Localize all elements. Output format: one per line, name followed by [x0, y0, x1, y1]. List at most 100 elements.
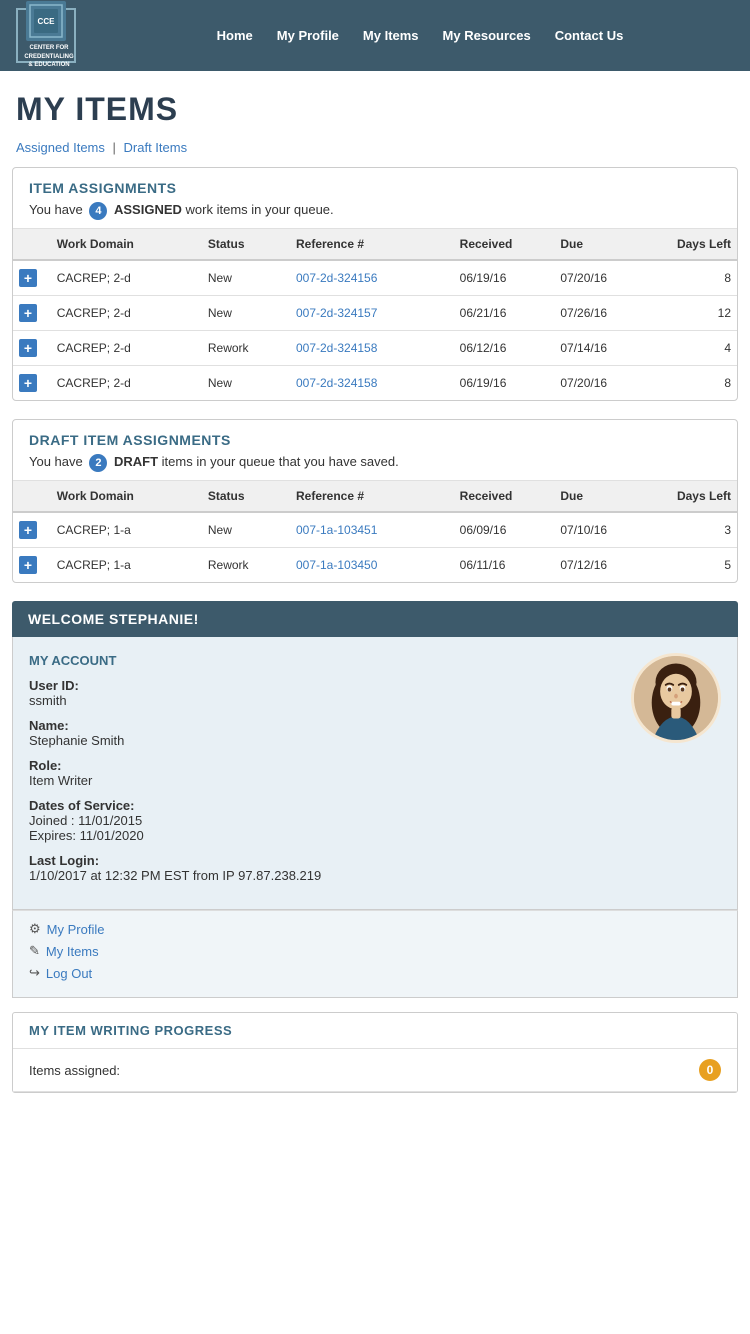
reference-cell-draft: 007-1a-103450 — [290, 548, 454, 583]
breadcrumb-separator: | — [113, 140, 116, 155]
status-cell: New — [202, 260, 290, 296]
reference-cell: 007-2d-324157 — [290, 296, 454, 331]
due-cell: 07/20/16 — [554, 260, 648, 296]
my-profile-link[interactable]: ⚙ My Profile — [29, 921, 721, 937]
th-due-draft: Due — [554, 481, 648, 512]
assigned-section-subtitle: You have 4 ASSIGNED work items in your q… — [29, 202, 721, 220]
reference-link[interactable]: 007-2d-324158 — [296, 341, 377, 355]
logout-link[interactable]: ↪ Log Out — [29, 965, 721, 981]
th-status: Status — [202, 229, 290, 260]
last-login-value: 1/10/2017 at 12:32 PM EST from IP 97.87.… — [29, 868, 615, 883]
status-cell-draft: New — [202, 512, 290, 548]
received-cell-draft: 06/11/16 — [454, 548, 555, 583]
last-login-label: Last Login: — [29, 853, 615, 868]
th-reference-draft: Reference # — [290, 481, 454, 512]
plus-cell: + — [13, 331, 51, 366]
assigned-table-header: Work Domain Status Reference # Received … — [13, 229, 737, 260]
nav-my-resources[interactable]: My Resources — [443, 28, 531, 43]
page-title-area: MY ITEMS — [0, 71, 750, 136]
th-days-left-draft: Days Left — [649, 481, 737, 512]
expand-button-draft[interactable]: + — [19, 521, 37, 539]
my-items-link[interactable]: ✎ My Items — [29, 943, 721, 959]
assigned-label: ASSIGNED — [114, 202, 182, 217]
due-cell: 07/26/16 — [554, 296, 648, 331]
header: CCE CENTER FORCREDENTIALING& EDUCATION H… — [0, 0, 750, 71]
page-title: MY ITEMS — [16, 91, 734, 128]
nav-contact-us[interactable]: Contact Us — [555, 28, 624, 43]
expand-button-draft[interactable]: + — [19, 556, 37, 574]
expand-button[interactable]: + — [19, 339, 37, 357]
days-left-cell: 8 — [649, 260, 737, 296]
logo-inner: CCE CENTER FORCREDENTIALING& EDUCATION — [18, 1, 73, 69]
logout-link-label: Log Out — [46, 966, 92, 981]
draft-items-table: Work Domain Status Reference # Received … — [13, 481, 737, 582]
received-cell: 06/19/16 — [454, 260, 555, 296]
domain-cell-draft: CACREP; 1-a — [51, 548, 202, 583]
plus-cell-draft: + — [13, 512, 51, 548]
role-label: Role: — [29, 758, 615, 773]
reference-link-draft[interactable]: 007-1a-103450 — [296, 558, 377, 572]
th-days-left: Days Left — [649, 229, 737, 260]
reference-link-draft[interactable]: 007-1a-103451 — [296, 523, 377, 537]
assigned-table-row: + CACREP; 2-d New 007-2d-324157 06/21/16… — [13, 296, 737, 331]
th-work-domain-draft: Work Domain — [51, 481, 202, 512]
domain-cell: CACREP; 2-d — [51, 331, 202, 366]
gear-icon: ⚙ — [29, 921, 41, 937]
logo-area: CCE CENTER FORCREDENTIALING& EDUCATION — [16, 8, 86, 63]
draft-section-subtitle: You have 2 DRAFT items in your queue tha… — [29, 454, 721, 472]
plus-cell: + — [13, 260, 51, 296]
logo-icon: CCE — [26, 1, 66, 41]
assigned-section-title: ITEM ASSIGNMENTS — [29, 180, 721, 196]
draft-section-title: DRAFT ITEM ASSIGNMENTS — [29, 432, 721, 448]
pencil-icon: ✎ — [29, 943, 40, 959]
days-left-cell-draft: 3 — [649, 512, 737, 548]
due-cell: 07/14/16 — [554, 331, 648, 366]
expand-button[interactable]: + — [19, 374, 37, 392]
my-items-link-label: My Items — [46, 944, 99, 959]
account-links: ⚙ My Profile ✎ My Items ↪ Log Out — [12, 910, 738, 998]
domain-cell: CACREP; 2-d — [51, 366, 202, 401]
logo-text: CENTER FORCREDENTIALING& EDUCATION — [24, 44, 73, 69]
name-value: Stephanie Smith — [29, 733, 615, 748]
assigned-section-header: ITEM ASSIGNMENTS You have 4 ASSIGNED wor… — [13, 168, 737, 229]
assigned-items-table: Work Domain Status Reference # Received … — [13, 229, 737, 400]
account-title: MY ACCOUNT — [29, 653, 615, 668]
dos-expires: Expires: 11/01/2020 — [29, 828, 615, 843]
account-info: MY ACCOUNT User ID: ssmith Name: Stephan… — [29, 653, 615, 893]
progress-section: MY ITEM WRITING PROGRESS Items assigned:… — [12, 1012, 738, 1093]
reference-cell: 007-2d-324158 — [290, 366, 454, 401]
received-cell: 06/19/16 — [454, 366, 555, 401]
nav-my-items[interactable]: My Items — [363, 28, 419, 43]
expand-button[interactable]: + — [19, 304, 37, 322]
last-login-field: Last Login: 1/10/2017 at 12:32 PM EST fr… — [29, 853, 615, 883]
domain-cell: CACREP; 2-d — [51, 296, 202, 331]
dos-joined: Joined : 11/01/2015 — [29, 813, 615, 828]
plus-cell: + — [13, 296, 51, 331]
nav-my-profile[interactable]: My Profile — [277, 28, 339, 43]
dos-label: Dates of Service: — [29, 798, 615, 813]
status-cell-draft: Rework — [202, 548, 290, 583]
draft-table-header: Work Domain Status Reference # Received … — [13, 481, 737, 512]
th-received-draft: Received — [454, 481, 555, 512]
draft-section-header: DRAFT ITEM ASSIGNMENTS You have 2 DRAFT … — [13, 420, 737, 481]
expand-button[interactable]: + — [19, 269, 37, 287]
assigned-table-row: + CACREP; 2-d New 007-2d-324158 06/19/16… — [13, 366, 737, 401]
breadcrumb-draft-items[interactable]: Draft Items — [124, 140, 188, 155]
breadcrumb-assigned-items[interactable]: Assigned Items — [16, 140, 105, 155]
reference-link[interactable]: 007-2d-324156 — [296, 271, 377, 285]
reference-cell: 007-2d-324156 — [290, 260, 454, 296]
th-plus-draft — [13, 481, 51, 512]
reference-link[interactable]: 007-2d-324158 — [296, 376, 377, 390]
days-left-cell-draft: 5 — [649, 548, 737, 583]
user-id-value: ssmith — [29, 693, 615, 708]
status-cell: New — [202, 296, 290, 331]
reference-link[interactable]: 007-2d-324157 — [296, 306, 377, 320]
nav-home[interactable]: Home — [217, 28, 253, 43]
assigned-table-row: + CACREP; 2-d Rework 007-2d-324158 06/12… — [13, 331, 737, 366]
user-id-field: User ID: ssmith — [29, 678, 615, 708]
assigned-items-section: ITEM ASSIGNMENTS You have 4 ASSIGNED wor… — [12, 167, 738, 401]
account-block: MY ACCOUNT User ID: ssmith Name: Stephan… — [12, 637, 738, 998]
th-work-domain: Work Domain — [51, 229, 202, 260]
days-left-cell: 8 — [649, 366, 737, 401]
welcome-text: WELCOME STEPHANIE! — [28, 611, 199, 627]
